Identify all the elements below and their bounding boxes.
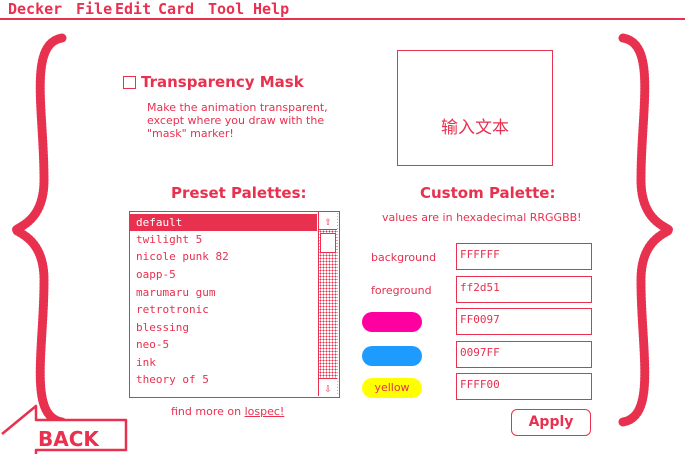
back-label: BACK xyxy=(38,427,100,451)
text-input-value: 输入文本 xyxy=(441,118,509,138)
yellow-swatch: yellow xyxy=(362,378,422,398)
list-item[interactable]: neo-5 xyxy=(130,336,317,353)
list-item[interactable]: blessing xyxy=(130,319,317,336)
transparency-mask-checkbox[interactable] xyxy=(123,76,136,89)
hex-format-note: values are in hexadecimal RRGGBB! xyxy=(382,211,582,224)
foreground-label: foreground xyxy=(371,284,432,297)
lospec-footer: find more on lospec! xyxy=(171,405,284,418)
scroll-down-arrow-icon[interactable]: ⇩ xyxy=(319,378,337,396)
menu-tool[interactable]: Tool xyxy=(208,0,244,18)
left-brace-decoration xyxy=(10,33,67,427)
lospec-link[interactable]: lospec! xyxy=(245,405,285,418)
apply-button[interactable]: Apply xyxy=(511,409,591,436)
transparency-description-line-1: Make the animation transparent, xyxy=(147,101,328,114)
right-brace-decoration xyxy=(618,33,675,427)
list-item[interactable]: retrotronic xyxy=(130,301,317,318)
menu-card[interactable]: Card xyxy=(158,0,194,18)
blue-swatch xyxy=(362,346,422,366)
preset-list-scrollbar[interactable]: ⇧ ⇩ xyxy=(318,212,338,396)
menu-file[interactable]: File xyxy=(76,0,112,18)
list-item[interactable]: nicole punk 82 xyxy=(130,248,317,265)
text-input-box[interactable]: 输入文本 xyxy=(397,50,553,166)
menu-edit[interactable]: Edit xyxy=(115,0,151,18)
transparency-description-line-2: except where you draw with the xyxy=(147,114,325,127)
foreground-color-field[interactable]: ff2d51 xyxy=(456,276,592,303)
menu-help[interactable]: Help xyxy=(253,0,289,18)
list-item[interactable]: marumaru gum xyxy=(130,284,317,301)
background-color-field[interactable]: FFFFFF xyxy=(456,243,592,270)
transparency-description-line-3: "mask" marker! xyxy=(147,127,234,140)
menu-bar: Decker File Edit Card Tool Help xyxy=(0,0,685,20)
list-item[interactable]: theory of 5 xyxy=(130,371,317,388)
lospec-footer-prefix: find more on xyxy=(171,405,245,418)
list-item[interactable]: oapp-5 xyxy=(130,266,317,283)
list-item[interactable]: twilight 5 xyxy=(130,231,317,248)
color-4-field[interactable]: 0097FF xyxy=(456,341,592,368)
menu-decker[interactable]: Decker xyxy=(8,0,62,18)
color-3-field[interactable]: FF0097 xyxy=(456,308,592,335)
preset-palettes-list[interactable]: default twilight 5 nicole punk 82 oapp-5… xyxy=(129,211,340,398)
scrollbar-thumb[interactable] xyxy=(320,233,336,253)
background-label: background xyxy=(371,251,437,264)
color-5-field[interactable]: FFFF00 xyxy=(456,373,592,400)
back-arrow-icon[interactable]: BACK xyxy=(0,402,135,454)
preset-palettes-heading: Preset Palettes: xyxy=(171,184,307,202)
transparency-mask-label[interactable]: Transparency Mask xyxy=(141,73,304,91)
list-item-default[interactable]: default xyxy=(130,214,317,231)
list-item[interactable]: ink xyxy=(130,354,317,371)
scroll-up-arrow-icon[interactable]: ⇧ xyxy=(319,212,337,230)
custom-palette-heading: Custom Palette: xyxy=(420,184,556,202)
magenta-swatch xyxy=(362,312,422,332)
